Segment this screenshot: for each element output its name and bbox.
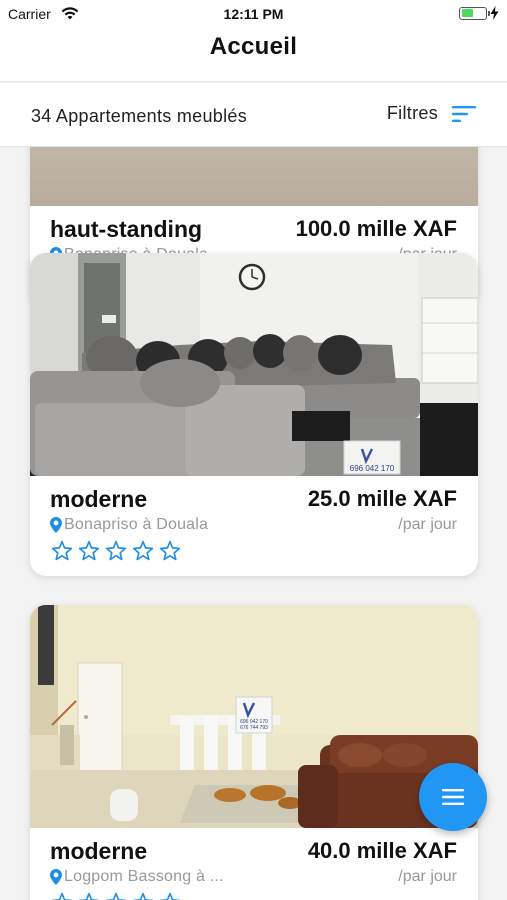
listing-details: moderne 25.0 mille XAF Bonapriso à Doual… bbox=[30, 476, 478, 576]
star-outline-icon[interactable] bbox=[105, 892, 127, 900]
listing-price: 25.0 mille XAF bbox=[307, 486, 457, 511]
listing-location-text: Bonapriso à Douala bbox=[64, 516, 209, 533]
listing-location: Logpom Bassong à ... bbox=[50, 868, 224, 886]
star-outline-icon[interactable] bbox=[132, 892, 154, 900]
star-outline-icon[interactable] bbox=[159, 892, 181, 900]
star-outline-icon[interactable] bbox=[132, 540, 154, 562]
star-outline-icon[interactable] bbox=[105, 540, 127, 562]
photo-phone-badge-line-2: 676 744 793 bbox=[240, 725, 268, 731]
filters-button[interactable]: Filtres bbox=[387, 103, 476, 124]
star-outline-icon[interactable] bbox=[78, 540, 100, 562]
rating-stars[interactable] bbox=[51, 892, 181, 900]
result-count: 34 Appartements meublés bbox=[31, 106, 248, 126]
listing-price: 40.0 mille XAF bbox=[307, 838, 457, 863]
star-outline-icon[interactable] bbox=[51, 892, 73, 900]
listing-details: moderne 40.0 mille XAF Logpom Bassong à … bbox=[30, 828, 478, 900]
page-title: Accueil bbox=[209, 33, 298, 60]
living-room-photo: 696 042 170 bbox=[30, 253, 478, 476]
listing-price: 100.0 mille XAF bbox=[295, 216, 457, 241]
listing-title: moderne bbox=[50, 838, 148, 864]
battery-indicator bbox=[459, 6, 499, 20]
sort-lines-icon bbox=[452, 105, 476, 122]
listing-card[interactable]: 696 042 170 moderne 25.0 mille XAF Bonap… bbox=[30, 253, 478, 576]
charging-bolt-icon bbox=[490, 6, 499, 20]
map-pin-icon bbox=[50, 869, 62, 885]
listing-photo[interactable]: 696 042 170 676 744 793 bbox=[30, 605, 478, 828]
price-unit: /par jour bbox=[398, 868, 457, 885]
star-outline-icon[interactable] bbox=[78, 892, 100, 900]
filter-bar: 34 Appartements meublés Filtres bbox=[0, 83, 507, 147]
star-outline-icon[interactable] bbox=[159, 540, 181, 562]
listing-title: haut-standing bbox=[50, 216, 203, 242]
price-unit: /par jour bbox=[398, 516, 457, 533]
menu-icon bbox=[442, 789, 464, 805]
listing-card[interactable]: 696 042 170 676 744 793 moderne 40.0 mil… bbox=[30, 605, 478, 900]
star-outline-icon[interactable] bbox=[51, 540, 73, 562]
map-pin-icon bbox=[50, 517, 62, 533]
apartment-interior-photo: 696 042 170 676 744 793 bbox=[30, 605, 478, 828]
navigation-bar: Accueil bbox=[0, 28, 507, 82]
filters-label: Filtres bbox=[386, 103, 438, 123]
photo-phone-badge: 696 042 170 bbox=[350, 464, 395, 473]
rating-stars[interactable] bbox=[51, 540, 181, 562]
clock-time: 12:11 PM bbox=[223, 6, 284, 22]
listing-photo[interactable] bbox=[30, 147, 478, 206]
battery-icon bbox=[459, 6, 490, 20]
status-bar: Carrier 12:11 PM bbox=[0, 0, 507, 28]
listing-title: moderne bbox=[50, 486, 148, 512]
listing-location: Bonapriso à Douala bbox=[50, 516, 208, 534]
menu-fab-button[interactable] bbox=[419, 763, 487, 831]
listing-photo[interactable]: 696 042 170 bbox=[30, 253, 478, 476]
listing-location-text: Logpom Bassong à ... bbox=[64, 868, 224, 885]
